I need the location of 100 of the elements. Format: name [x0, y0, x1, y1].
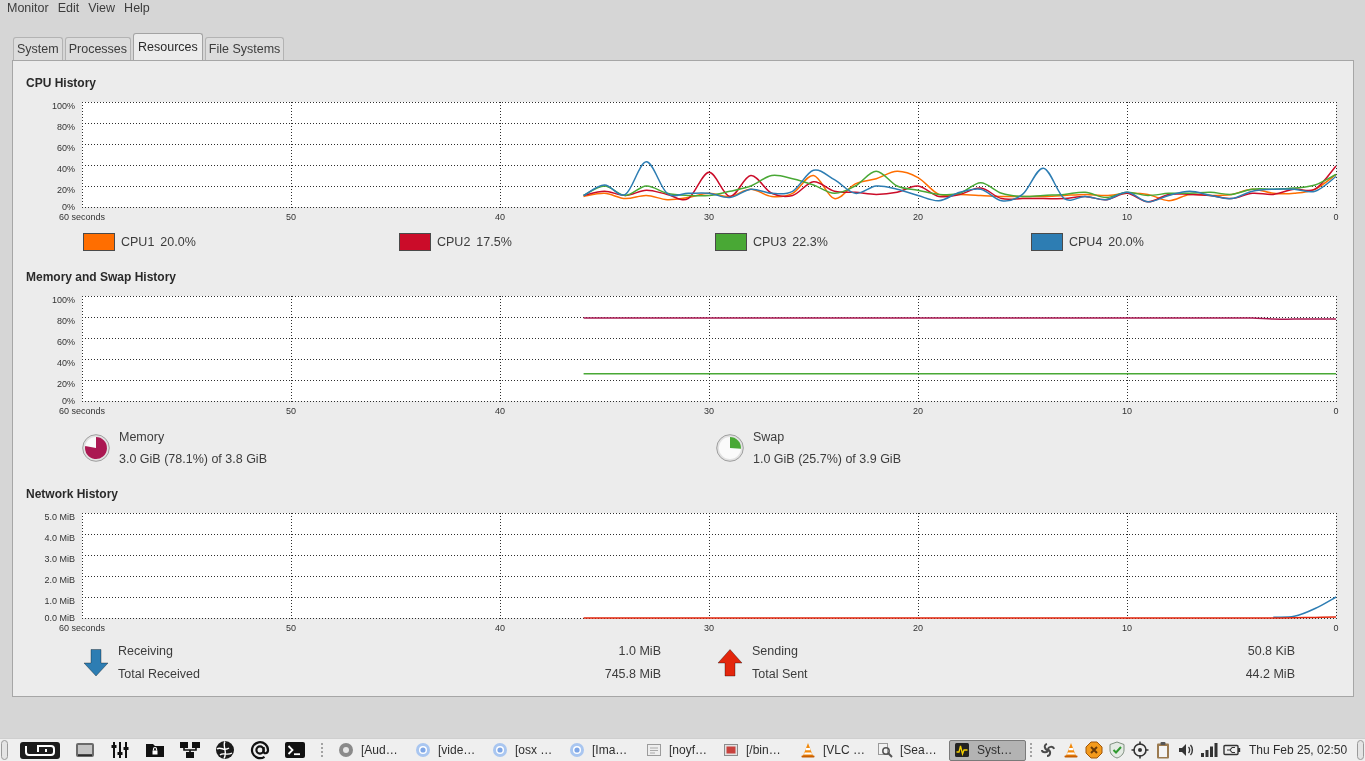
x-axis-label: 40	[495, 623, 505, 633]
legend-value: 20.0%	[160, 234, 196, 251]
color-swatch-icon[interactable]	[1031, 233, 1063, 252]
legend-value: 745.8 MiB	[604, 666, 661, 683]
color-swatch-icon[interactable]	[83, 233, 115, 252]
sliders-icon[interactable]	[111, 741, 129, 759]
folder-lock-icon[interactable]	[145, 742, 165, 758]
swirl-icon[interactable]	[1039, 741, 1057, 759]
x-axis-label: 60 seconds	[59, 623, 105, 633]
taskbar-button[interactable]: [Sea…	[872, 739, 949, 761]
legend-label: Receiving	[118, 643, 173, 660]
section-title: CPU History	[26, 76, 96, 90]
x-axis-label: 30	[704, 406, 714, 416]
x-axis-label: 0	[1333, 212, 1339, 222]
logo-icon[interactable]	[20, 741, 60, 759]
pie-icon	[716, 434, 744, 462]
legend-label: CPU2	[437, 234, 471, 251]
globe-icon[interactable]	[215, 740, 235, 760]
cone-icon[interactable]	[1062, 741, 1080, 759]
clock[interactable]: Thu Feb 25, 02:50	[1249, 741, 1348, 759]
legend-label: Sending	[752, 643, 798, 660]
legend-label: Memory	[119, 429, 165, 446]
legend-value: 44.2 MiB	[1245, 666, 1295, 683]
x-axis-label: 60 seconds	[59, 212, 105, 222]
terminal-icon[interactable]	[284, 741, 306, 759]
x-axis-label: 20	[913, 406, 923, 416]
taskbar-button[interactable]: Syst…	[949, 739, 1026, 761]
legend-label: Total Received	[118, 666, 200, 683]
y-axis-label: 100%	[51, 295, 75, 306]
pie-icon	[82, 434, 110, 462]
y-axis-label: 3.0 MiB	[44, 554, 75, 565]
taskbar-button[interactable]: [vide…	[410, 739, 487, 761]
taskbar-button[interactable]: [Aud…	[333, 739, 410, 761]
y-axis-label: 5.0 MiB	[44, 512, 75, 523]
shield-icon[interactable]	[1108, 741, 1126, 759]
legend-value: 50.8 KiB	[1247, 643, 1295, 660]
y-axis-label: 20%	[57, 379, 75, 390]
y-axis-label: 0%	[62, 396, 75, 407]
clipboard-icon[interactable]	[1154, 741, 1172, 759]
y-axis-label: 20%	[57, 185, 75, 196]
x-axis-label: 30	[704, 212, 714, 222]
x-axis-label: 0	[1333, 623, 1339, 633]
ring-icon	[569, 742, 585, 758]
y-axis-label: 80%	[57, 316, 75, 327]
legend-value: 17.5%	[476, 234, 512, 251]
menu-item[interactable]: View	[88, 0, 116, 17]
grip-icon	[1029, 741, 1033, 759]
legend-label: Total Sent	[752, 666, 808, 683]
x-axis-label: 50	[286, 623, 296, 633]
tab[interactable]: Processes	[64, 37, 132, 60]
x-axis-label: 0	[1333, 406, 1339, 416]
x-axis-label: 10	[1122, 212, 1132, 222]
cone-icon	[800, 742, 816, 758]
document-icon	[646, 742, 662, 758]
search-icon	[877, 742, 893, 758]
hierarchy-icon[interactable]	[179, 741, 201, 759]
image-icon	[723, 742, 739, 758]
menu-item[interactable]: Edit	[57, 0, 80, 17]
tab[interactable]: Resources	[133, 33, 203, 60]
y-axis-label: 100%	[51, 101, 75, 112]
x-axis-label: 10	[1122, 623, 1132, 633]
legend-value: 1.0 MiB	[618, 643, 661, 660]
y-axis-label: 0.0 MiB	[44, 613, 75, 624]
tab[interactable]: System	[13, 37, 63, 60]
taskbar-button[interactable]: [/bin…	[718, 739, 795, 761]
legend-label: Swap	[753, 429, 785, 446]
legend-value: 1.0 GiB (25.7%) of 3.9 GiB	[753, 451, 901, 468]
taskbar-button[interactable]: [VLC …	[795, 739, 872, 761]
legend-value: 3.0 GiB (78.1%) of 3.8 GiB	[119, 451, 267, 468]
color-swatch-icon[interactable]	[715, 233, 747, 252]
y-axis-label: 1.0 MiB	[44, 596, 75, 607]
taskbar-button[interactable]: [osx …	[487, 739, 564, 761]
color-swatch-icon[interactable]	[399, 233, 431, 252]
x-axis-label: 60 seconds	[59, 406, 105, 416]
legend-value: 20.0%	[1108, 234, 1144, 251]
legend-label: CPU3	[753, 234, 787, 251]
graph-icon	[954, 742, 970, 758]
x-axis-label: 50	[286, 212, 296, 222]
tab[interactable]: File Systems	[204, 37, 285, 60]
y-axis-label: 0%	[62, 202, 75, 213]
taskbar-button[interactable]: [Ima…	[564, 739, 641, 761]
menu-item[interactable]: Help	[124, 0, 150, 17]
octagon-icon[interactable]	[1085, 741, 1103, 759]
menu-item[interactable]: Monitor	[7, 0, 49, 17]
legend-label: CPU1	[121, 234, 155, 251]
x-axis-label: 40	[495, 406, 505, 416]
legend-value: 22.3%	[792, 234, 828, 251]
taskbar-button[interactable]: [noyf…	[641, 739, 718, 761]
y-axis-label: 40%	[57, 358, 75, 369]
section-title: Memory and Swap History	[26, 270, 177, 284]
signal-icon[interactable]	[1200, 741, 1218, 759]
grip-icon	[320, 741, 324, 759]
at-sign-icon[interactable]	[250, 740, 270, 760]
x-axis-label: 50	[286, 406, 296, 416]
legend-label: CPU4	[1069, 234, 1103, 251]
drive-icon[interactable]	[75, 742, 95, 758]
y-axis-label: 60%	[57, 143, 75, 154]
crosshair-icon[interactable]	[1131, 741, 1149, 759]
y-axis-label: 4.0 MiB	[44, 533, 75, 544]
section-title: Network History	[26, 487, 119, 501]
